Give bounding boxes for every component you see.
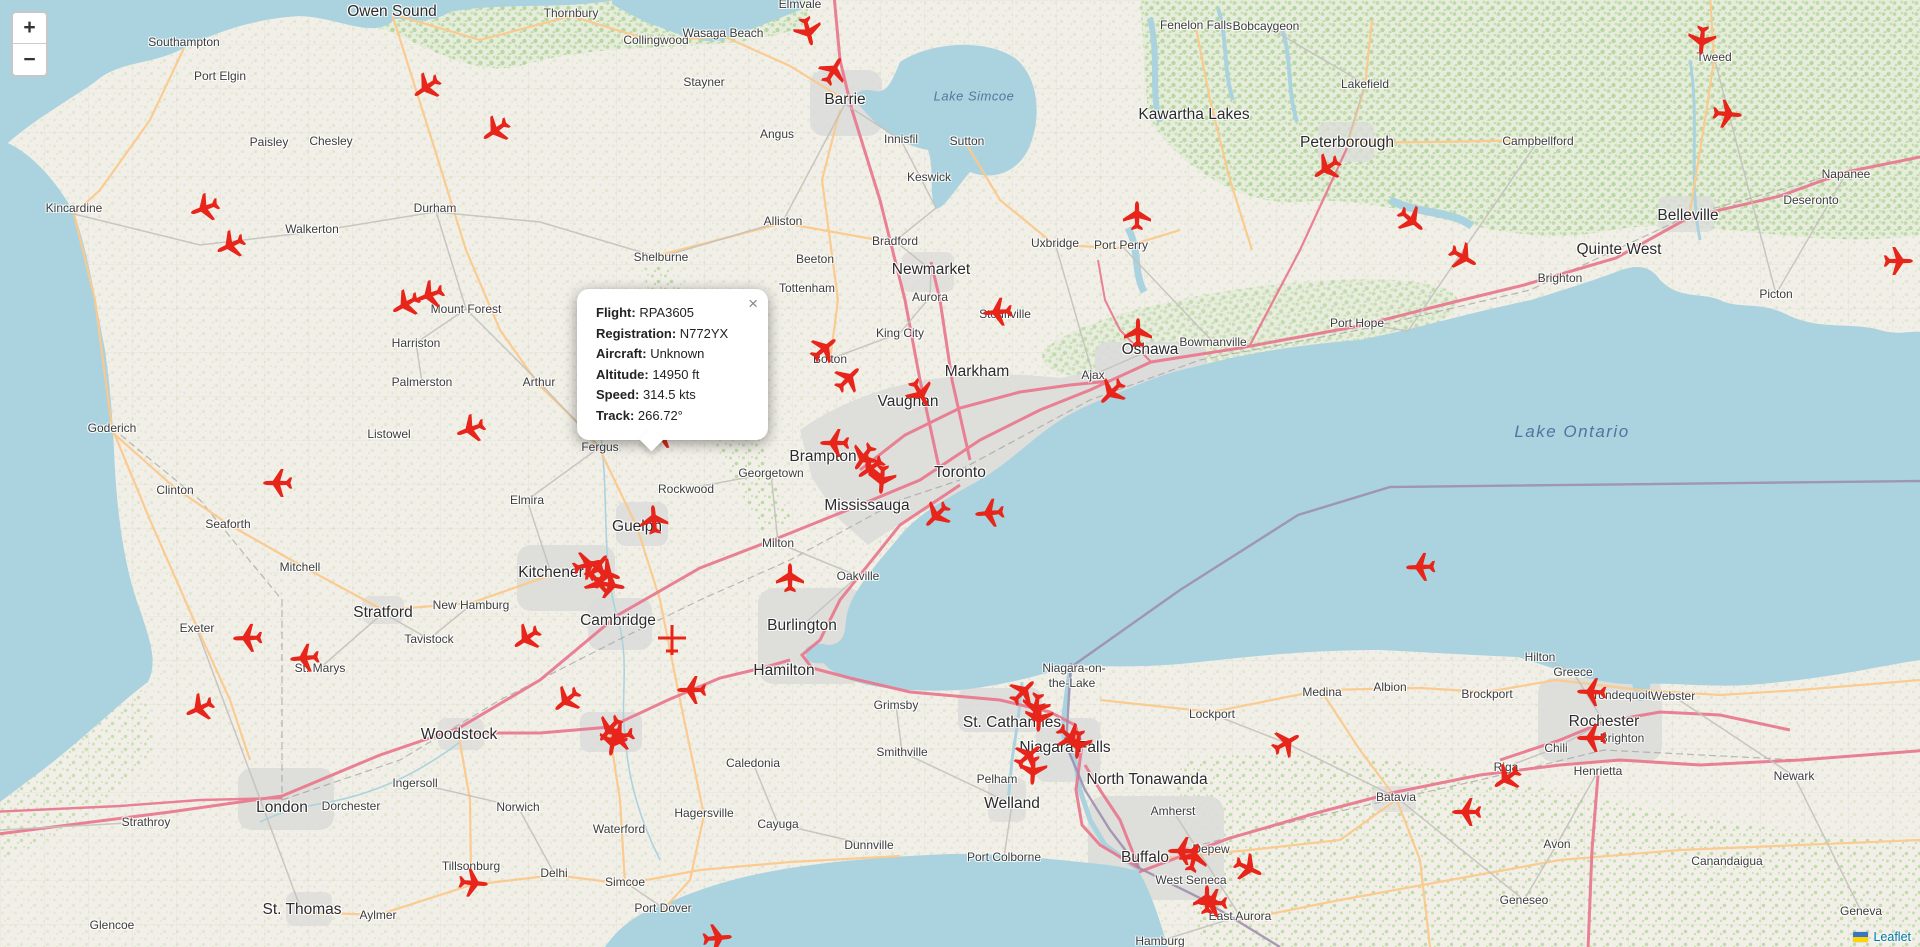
aircraft-marker[interactable]: [675, 673, 709, 707]
aircraft-marker[interactable]: [1450, 795, 1484, 829]
popup-field: Track: 266.72°: [596, 406, 748, 427]
aircraft-marker[interactable]: [1061, 727, 1095, 761]
aircraft-marker[interactable]: [1095, 375, 1129, 409]
aircraft-marker[interactable]: [1575, 721, 1609, 755]
aircraft-marker[interactable]: [596, 724, 630, 758]
aircraft-marker[interactable]: [1685, 23, 1719, 57]
aircraft-marker[interactable]: [550, 683, 584, 717]
aircraft-marker[interactable]: [1310, 151, 1344, 185]
aircraft-marker[interactable]: [920, 498, 954, 532]
aircraft-marker[interactable]: [700, 921, 734, 947]
aircraft-marker[interactable]: [510, 621, 544, 655]
aircraft-marker[interactable]: [1490, 761, 1524, 795]
aircraft-marker[interactable]: [183, 691, 217, 725]
zoom-out-button[interactable]: −: [13, 44, 46, 75]
aircraft-marker[interactable]: [261, 466, 295, 500]
aircraft-marker[interactable]: [456, 866, 490, 900]
ukraine-flag-icon: [1853, 932, 1868, 942]
aircraft-marker[interactable]: [413, 278, 447, 312]
aircraft-marker[interactable]: [807, 332, 841, 366]
flight-popup: × Flight: RPA3605Registration: N772YXAir…: [577, 289, 768, 440]
popup-field: Registration: N772YX: [596, 324, 748, 345]
flight-popup-details: Flight: RPA3605Registration: N772YXAircr…: [596, 303, 748, 426]
aircraft-marker[interactable]: [1022, 700, 1056, 734]
aircraft-marker[interactable]: [816, 54, 850, 88]
aircraft-marker[interactable]: [410, 70, 444, 104]
aircraft-marker[interactable]: [214, 228, 248, 262]
aircraft-marker[interactable]: [791, 14, 825, 48]
popup-field: Altitude: 14950 ft: [596, 365, 748, 386]
flight-map[interactable]: Owen SoundBarrieKawartha LakesPeterborou…: [0, 0, 1920, 947]
aircraft-marker[interactable]: [1121, 316, 1155, 350]
zoom-in-button[interactable]: +: [13, 13, 46, 44]
aircraft-marker[interactable]: [1269, 726, 1303, 760]
aircraft-marker[interactable]: [479, 113, 513, 147]
attribution-bar: Leaflet: [1849, 929, 1915, 945]
aircraft-marker[interactable]: [831, 362, 865, 396]
aircraft-marker[interactable]: [1394, 203, 1428, 237]
aircraft-marker[interactable]: [454, 412, 488, 446]
aircraft-marker[interactable]: [981, 295, 1015, 329]
aircraft-marker[interactable]: [1177, 841, 1211, 875]
popup-field: Flight: RPA3605: [596, 303, 748, 324]
aircraft-marker[interactable]: [1446, 240, 1480, 274]
aircraft-marker[interactable]: [1881, 244, 1915, 278]
aircraft-marker[interactable]: [1196, 886, 1230, 920]
aircraft-marker[interactable]: [1710, 97, 1744, 131]
popup-field: Speed: 314.5 kts: [596, 385, 748, 406]
aircraft-marker[interactable]: [637, 503, 671, 537]
aircraft-marker[interactable]: [1120, 199, 1154, 233]
aircraft-marker[interactable]: [1404, 550, 1438, 584]
small-aircraft-marker[interactable]: [655, 623, 689, 657]
aircraft-marker[interactable]: [188, 191, 222, 225]
popup-field: Aircraft: Unknown: [596, 344, 748, 365]
leaflet-attribution-link[interactable]: Leaflet: [1873, 930, 1911, 944]
aircraft-marker[interactable]: [773, 561, 807, 595]
aircraft-marker[interactable]: [1016, 753, 1050, 787]
aircraft-marker[interactable]: [1575, 675, 1609, 709]
aircraft-marker[interactable]: [231, 621, 265, 655]
aircraft-marker[interactable]: [865, 462, 899, 496]
aircraft-marker[interactable]: [903, 376, 937, 410]
aircraft-marker[interactable]: [1231, 851, 1265, 885]
aircraft-marker[interactable]: [593, 568, 627, 602]
aircraft-marker[interactable]: [973, 496, 1007, 530]
aircraft-marker[interactable]: [288, 641, 322, 675]
zoom-control: + −: [11, 11, 48, 77]
popup-close-button[interactable]: ×: [745, 292, 761, 315]
